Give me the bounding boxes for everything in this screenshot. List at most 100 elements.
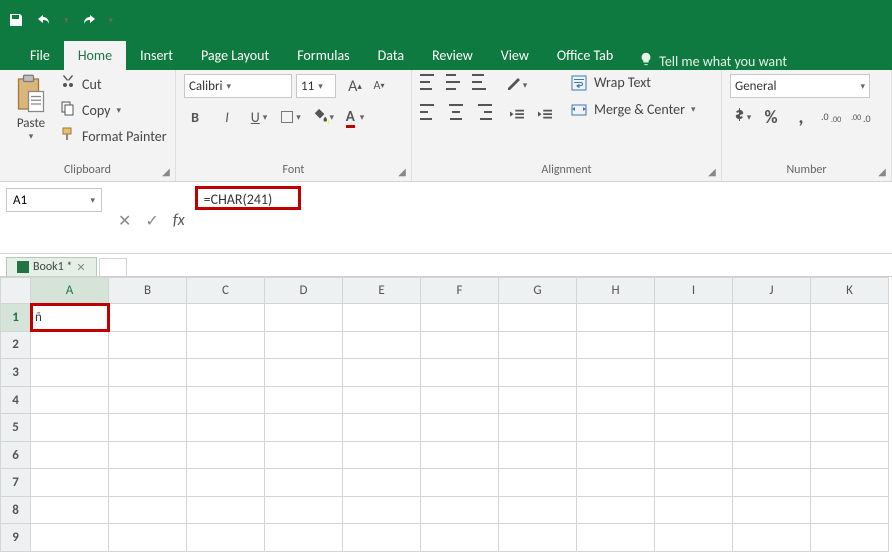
cell[interactable] [811, 304, 889, 332]
underline-button[interactable]: U ▾ [248, 106, 270, 128]
cell[interactable] [109, 359, 187, 387]
cell[interactable] [265, 441, 343, 469]
cell[interactable] [499, 414, 577, 442]
cell[interactable] [655, 524, 733, 552]
cell[interactable] [421, 469, 499, 497]
decrease-indent-button[interactable] [506, 104, 528, 126]
number-format-combo[interactable]: General ▾ [730, 74, 870, 98]
cell[interactable] [265, 469, 343, 497]
decrease-font-size-button[interactable]: A▾ [368, 75, 390, 97]
font-size-combo[interactable]: 11 ▾ [296, 74, 336, 98]
cell[interactable] [265, 496, 343, 524]
align-bottom-button[interactable] [472, 74, 492, 90]
cell[interactable] [109, 524, 187, 552]
cell[interactable] [343, 469, 421, 497]
cell[interactable] [265, 331, 343, 359]
close-workbook-icon[interactable]: ✕ [76, 261, 85, 274]
cell[interactable] [31, 469, 109, 497]
cell[interactable] [421, 359, 499, 387]
column-header[interactable]: B [109, 278, 187, 304]
cell[interactable] [811, 469, 889, 497]
row-header[interactable]: 7 [1, 469, 31, 497]
cell[interactable]: ñ [31, 304, 109, 332]
cell[interactable] [655, 414, 733, 442]
cell[interactable] [811, 359, 889, 387]
align-right-button[interactable] [472, 104, 492, 120]
column-header[interactable]: J [733, 278, 811, 304]
cell[interactable] [187, 331, 265, 359]
bold-button[interactable]: B [184, 106, 206, 128]
cell[interactable] [421, 414, 499, 442]
row-header[interactable]: 9 [1, 524, 31, 552]
orientation-button[interactable]: ▾ [506, 74, 528, 96]
cell[interactable] [811, 524, 889, 552]
cell[interactable] [577, 469, 655, 497]
fill-color-button[interactable]: ▾ [312, 106, 334, 128]
cell[interactable] [577, 304, 655, 332]
borders-button[interactable]: ▾ [280, 106, 302, 128]
align-middle-button[interactable] [446, 74, 466, 90]
column-header[interactable]: C [187, 278, 265, 304]
font-color-button[interactable]: A ▾ [344, 106, 366, 128]
column-header[interactable]: D [265, 278, 343, 304]
row-header[interactable]: 6 [1, 441, 31, 469]
cell[interactable] [421, 496, 499, 524]
cell[interactable] [109, 386, 187, 414]
tab-view[interactable]: View [487, 41, 543, 70]
cell[interactable] [187, 469, 265, 497]
cell[interactable] [421, 524, 499, 552]
row-header[interactable]: 8 [1, 496, 31, 524]
percent-button[interactable]: % [760, 106, 782, 128]
cell[interactable] [733, 441, 811, 469]
cell[interactable] [109, 469, 187, 497]
cell[interactable] [655, 359, 733, 387]
cell[interactable] [343, 304, 421, 332]
column-header[interactable]: I [655, 278, 733, 304]
cell[interactable] [31, 524, 109, 552]
cell[interactable] [733, 524, 811, 552]
cell[interactable] [577, 414, 655, 442]
clipboard-dialog-launcher-icon[interactable]: ◢ [159, 165, 173, 179]
cell[interactable] [109, 441, 187, 469]
comma-style-button[interactable]: , [790, 106, 812, 128]
cell[interactable] [811, 331, 889, 359]
decrease-decimal-button[interactable]: .00.0 [850, 106, 872, 128]
cell[interactable] [31, 331, 109, 359]
font-dialog-launcher-icon[interactable]: ◢ [395, 165, 409, 179]
column-header[interactable]: K [811, 278, 889, 304]
cell[interactable] [343, 386, 421, 414]
cell[interactable] [577, 496, 655, 524]
paste-dropdown-icon[interactable]: ▾ [29, 131, 34, 142]
cell[interactable] [187, 441, 265, 469]
cell[interactable] [655, 304, 733, 332]
tab-review[interactable]: Review [418, 41, 487, 70]
cell[interactable] [811, 441, 889, 469]
cell[interactable] [31, 359, 109, 387]
cell[interactable] [655, 441, 733, 469]
cell[interactable] [187, 524, 265, 552]
cut-button[interactable]: Cut [60, 74, 167, 94]
copy-button[interactable]: Copy ▾ [60, 100, 167, 120]
redo-icon[interactable] [81, 12, 97, 28]
cell[interactable] [31, 414, 109, 442]
cell[interactable] [655, 496, 733, 524]
cell[interactable] [31, 441, 109, 469]
tab-insert[interactable]: Insert [126, 41, 187, 70]
cell[interactable] [265, 359, 343, 387]
alignment-dialog-launcher-icon[interactable]: ◢ [705, 165, 719, 179]
cell[interactable] [265, 304, 343, 332]
cell[interactable] [343, 414, 421, 442]
cell[interactable] [577, 359, 655, 387]
tell-me-search[interactable]: Tell me what you want [639, 52, 787, 70]
column-header[interactable]: A [31, 278, 109, 304]
cell[interactable] [577, 524, 655, 552]
merge-center-button[interactable]: Merge & Center ▾ [570, 101, 696, 118]
cell[interactable] [265, 524, 343, 552]
tab-data[interactable]: Data [364, 41, 418, 70]
column-header[interactable]: E [343, 278, 421, 304]
column-header[interactable]: F [421, 278, 499, 304]
cell[interactable] [343, 441, 421, 469]
tab-home[interactable]: Home [64, 41, 126, 70]
cell[interactable] [733, 386, 811, 414]
cell[interactable] [655, 331, 733, 359]
